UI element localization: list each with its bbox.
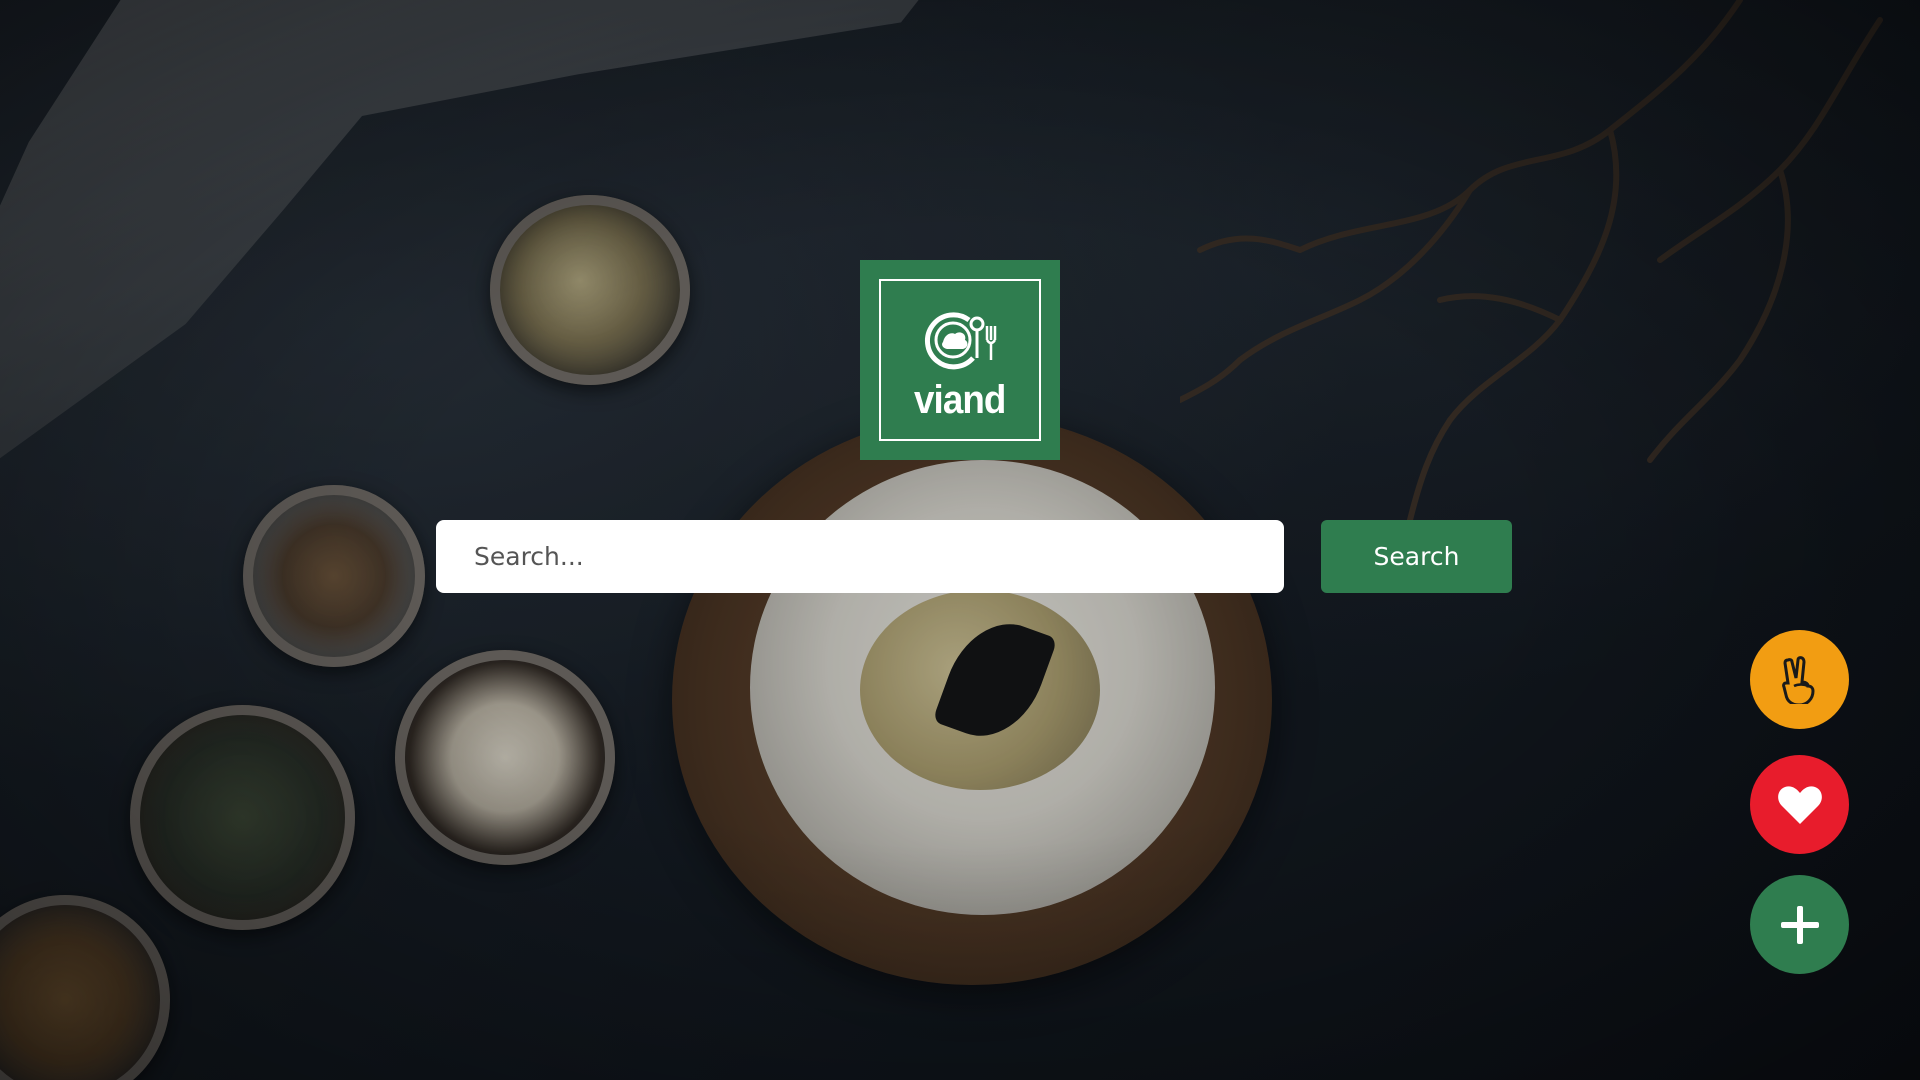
search-button[interactable]: Search xyxy=(1321,520,1512,593)
logo-frame: viand xyxy=(879,279,1041,441)
viand-logo: viand xyxy=(860,260,1060,460)
branches-decoration xyxy=(1180,0,1883,523)
favorite-button[interactable] xyxy=(1750,755,1849,854)
peace-button[interactable] xyxy=(1750,630,1849,729)
heart-icon xyxy=(1777,785,1822,824)
cookie-bowl xyxy=(0,895,170,1080)
pear-bowl xyxy=(490,195,690,385)
crumb-bowl xyxy=(243,485,425,667)
leaf-bowl xyxy=(130,705,355,930)
plus-icon xyxy=(1780,905,1819,944)
napkin-cloth xyxy=(0,0,950,480)
logo-text: viand xyxy=(914,377,1006,422)
peace-hand-icon xyxy=(1781,655,1815,704)
plate-fork-spoon-icon xyxy=(924,311,997,369)
almond-bowl xyxy=(395,650,615,865)
search-input[interactable] xyxy=(436,520,1284,593)
background-photo: viand Search xyxy=(0,0,1920,1080)
add-button[interactable] xyxy=(1750,875,1849,974)
